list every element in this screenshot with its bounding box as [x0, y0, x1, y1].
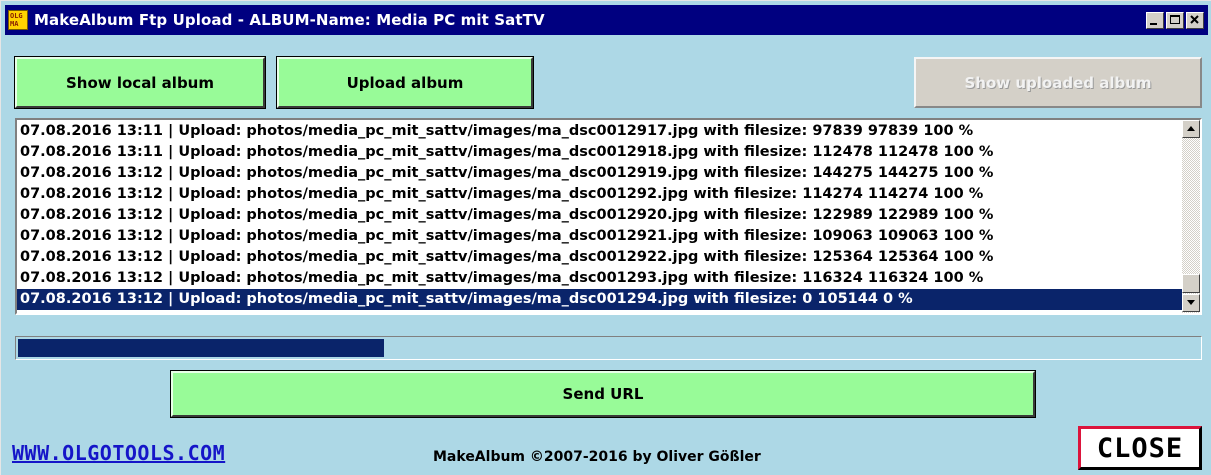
- app-icon[interactable]: OLG MA: [8, 10, 28, 30]
- app-icon-line2: MA: [10, 20, 19, 28]
- maximize-icon[interactable]: [1166, 11, 1184, 29]
- app-window: OLG MA MakeAlbum Ftp Upload - ALBUM-Name…: [0, 0, 1211, 475]
- title-bar[interactable]: OLG MA MakeAlbum Ftp Upload - ALBUM-Name…: [5, 5, 1208, 35]
- window-controls: [1144, 11, 1204, 29]
- scroll-thumb[interactable]: [1182, 274, 1200, 293]
- log-row[interactable]: 07.08.2016 13:12 | Upload: photos/media_…: [17, 205, 1182, 226]
- log-row[interactable]: 07.08.2016 13:12 | Upload: photos/media_…: [17, 268, 1182, 289]
- upload-log-list[interactable]: 07.08.2016 13:11 | Upload: photos/media_…: [15, 118, 1202, 315]
- scroll-down-icon[interactable]: [1182, 294, 1200, 312]
- app-icon-line1: OLG: [10, 12, 23, 20]
- minimize-icon[interactable]: [1146, 11, 1164, 29]
- log-row[interactable]: 07.08.2016 13:11 | Upload: photos/media_…: [17, 121, 1182, 142]
- log-scrollbar[interactable]: [1182, 120, 1200, 313]
- send-url-button[interactable]: Send URL: [170, 370, 1036, 418]
- log-rows: 07.08.2016 13:11 | Upload: photos/media_…: [17, 121, 1182, 313]
- olgotools-website-link[interactable]: WWW.OLGOTOOLS.COM: [12, 441, 225, 465]
- log-row[interactable]: 07.08.2016 13:11 | Upload: photos/media_…: [17, 142, 1182, 163]
- log-row[interactable]: 07.08.2016 13:12 | Upload: photos/media_…: [17, 184, 1182, 205]
- scroll-up-icon[interactable]: [1182, 120, 1200, 138]
- show-local-album-button[interactable]: Show local album: [14, 56, 266, 109]
- progress-fill: [18, 339, 384, 357]
- log-row[interactable]: 07.08.2016 13:12 | Upload: photos/media_…: [17, 163, 1182, 184]
- log-row[interactable]: 07.08.2016 13:12 | Upload: photos/media_…: [17, 289, 1182, 310]
- show-uploaded-album-button[interactable]: Show uploaded album: [914, 57, 1202, 108]
- log-row[interactable]: 07.08.2016 13:12 | Upload: photos/media_…: [17, 247, 1182, 268]
- close-icon[interactable]: [1186, 11, 1204, 29]
- upload-progress-bar: [15, 336, 1202, 360]
- log-row[interactable]: 07.08.2016 13:12 | Upload: photos/media_…: [17, 226, 1182, 247]
- window-title: MakeAlbum Ftp Upload - ALBUM-Name: Media…: [34, 11, 545, 29]
- upload-album-button[interactable]: Upload album: [276, 56, 534, 109]
- close-button[interactable]: CLOSE: [1078, 426, 1202, 470]
- copyright-text: MakeAlbum ©2007-2016 by Oliver Gößler: [433, 449, 761, 465]
